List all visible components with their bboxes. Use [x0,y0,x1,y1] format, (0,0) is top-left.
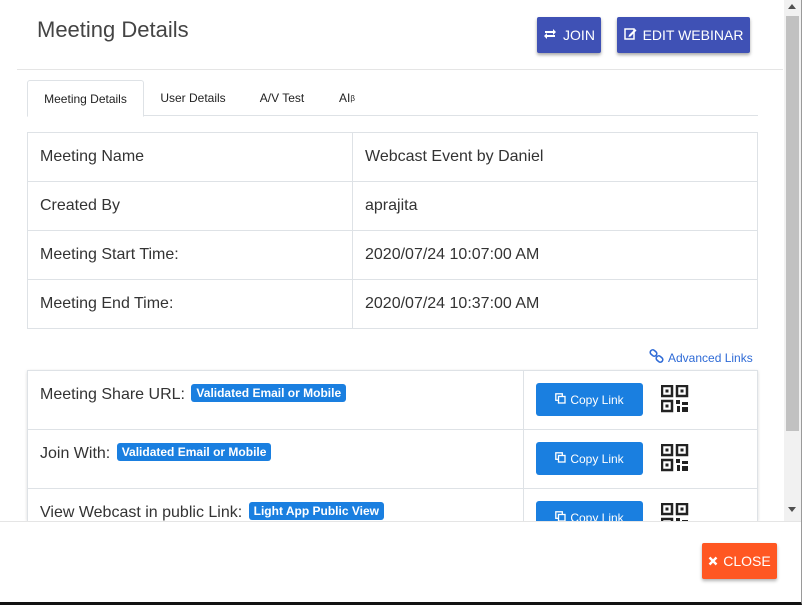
close-icon [708,553,718,569]
share-links-panel: Meeting Share URL: Validated Email or Mo… [27,370,758,521]
close-button-label: CLOSE [723,553,771,569]
meeting-details-dialog: Meeting Details JOIN EDIT WEBINAR Meetin… [0,0,802,605]
dialog-title: Meeting Details [37,17,189,42]
link-label: Meeting Share URL: [40,386,185,403]
edit-webinar-button[interactable]: EDIT WEBINAR [617,17,750,53]
status-badge: Validated Email or Mobile [116,443,272,461]
copy-icon [555,392,566,407]
link-label-cell: Join With: Validated Email or Mobile [27,429,524,489]
qr-code-icon[interactable] [661,502,689,521]
detail-key: Meeting Name [27,132,353,182]
detail-key: Meeting End Time: [27,279,353,329]
tab-label: Meeting Details [44,91,127,106]
table-row: Meeting Share URL: Validated Email or Mo… [27,370,758,430]
link-label-cell: View Webcast in public Link: Light App P… [27,488,524,521]
copy-icon [555,451,566,466]
detail-key: Meeting Start Time: [27,230,353,280]
copy-link-label: Copy Link [570,392,624,407]
link-actions-cell: Copy Link [523,429,758,489]
copy-icon [555,510,566,521]
advanced-links-label: Advanced Links [668,350,753,365]
link-label: Join With: [40,445,111,462]
meeting-details-table: Meeting Name Webcast Event by Daniel Cre… [27,132,758,329]
qr-code-icon[interactable] [661,384,689,418]
table-row: Join With: Validated Email or Mobile Cop… [27,429,758,489]
copy-link-button[interactable]: Copy Link [536,442,643,475]
tab-label: User Details [160,91,226,105]
dialog-footer [0,521,801,602]
status-badge: Validated Email or Mobile [191,384,347,402]
copy-link-label: Copy Link [570,451,624,466]
table-row: View Webcast in public Link: Light App P… [27,488,758,521]
link-actions-cell: Copy Link [523,488,758,521]
refresh-icon [543,27,557,43]
beta-superscript: β [350,93,355,103]
link-icon [649,349,664,366]
join-button-label: JOIN [563,27,595,43]
tab-av-test[interactable]: A/V Test [246,80,318,116]
detail-value: aprajita [352,181,758,231]
advanced-links-link[interactable]: Advanced Links [649,349,753,366]
scrollbar-thumb[interactable] [786,16,799,431]
status-badge: Light App Public View [248,502,384,520]
tab-ai[interactable]: AI β [323,80,371,116]
table-row: Meeting Start Time: 2020/07/24 10:07:00 … [27,230,758,280]
detail-value: 2020/07/24 10:07:00 AM [352,230,758,280]
tab-user-details[interactable]: User Details [145,80,241,116]
qr-code-icon[interactable] [661,443,689,477]
scroll-down-arrow-icon[interactable] [788,507,796,512]
share-links-table: Meeting Share URL: Validated Email or Mo… [27,370,758,521]
detail-key: Created By [27,181,353,231]
close-button[interactable]: CLOSE [702,543,777,579]
scroll-up-arrow-icon[interactable] [788,4,796,9]
tab-bar: Meeting Details User Details A/V Test AI… [27,80,758,117]
edit-icon [623,27,637,43]
copy-link-button[interactable]: Copy Link [536,383,643,416]
vertical-scrollbar[interactable] [784,0,801,521]
link-label-cell: Meeting Share URL: Validated Email or Mo… [27,370,524,430]
detail-value: 2020/07/24 10:37:00 AM [352,279,758,329]
link-label: View Webcast in public Link: [40,504,243,521]
table-row: Meeting Name Webcast Event by Daniel [27,132,758,182]
copy-link-button[interactable]: Copy Link [536,501,643,521]
edit-webinar-button-label: EDIT WEBINAR [642,27,744,43]
detail-value: Webcast Event by Daniel [352,132,758,182]
tab-label: A/V Test [259,91,305,105]
header-divider [17,69,783,70]
tab-meeting-details[interactable]: Meeting Details [27,80,144,117]
tab-label: AI [339,91,351,105]
join-button[interactable]: JOIN [537,17,601,53]
table-row: Created By aprajita [27,181,758,231]
link-actions-cell: Copy Link [523,370,758,430]
copy-link-label: Copy Link [570,510,624,522]
table-row: Meeting End Time: 2020/07/24 10:37:00 AM [27,279,758,329]
